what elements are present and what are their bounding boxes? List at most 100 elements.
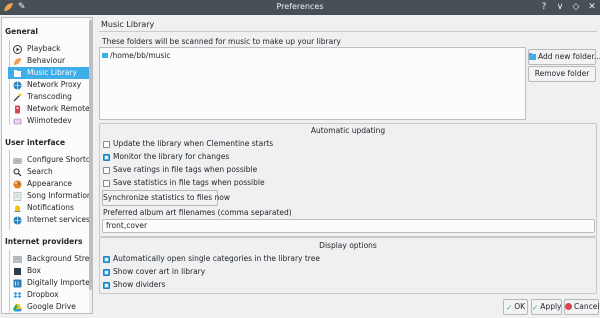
add-folder-button[interactable]: Add new folder...: [528, 49, 600, 65]
folder-path: /home/bb/music: [110, 51, 171, 60]
wand-icon: [13, 93, 22, 102]
sidebar-item-label: Dropbox: [27, 290, 59, 299]
sync-statistics-label: Synchronize statistics to files now: [103, 193, 231, 202]
sidebar-item-label: Music Library: [27, 68, 77, 77]
sidebar-item-network-remote[interactable]: Network Remote: [8, 103, 92, 115]
cancel-icon: [565, 303, 572, 310]
display-options-group: Display options: [99, 237, 597, 294]
sidebar: General Playback Behaviour Music Library…: [1, 17, 93, 314]
sidebar-item-label: Network Proxy: [27, 80, 82, 89]
scrollbar-thumb[interactable]: [89, 20, 92, 290]
checkbox-box: [103, 282, 110, 289]
bell-icon: [14, 205, 21, 212]
palette-icon: [13, 180, 22, 189]
sidebar-item-behaviour[interactable]: Behaviour: [8, 55, 92, 67]
art-filenames-input[interactable]: front,cover: [102, 219, 595, 233]
close-icon[interactable]: ✕: [586, 1, 598, 13]
sidebar-item-transcoding[interactable]: Transcoding: [8, 91, 92, 103]
sidebar-heading-general: General: [5, 27, 38, 36]
sidebar-item-digitally-imported[interactable]: Digitally Imported: [8, 277, 92, 289]
checkbox-box: [103, 256, 110, 263]
cancel-button[interactable]: Cancel: [564, 299, 599, 315]
sidebar-item-wiimotedev[interactable]: Wiimotedev: [8, 115, 92, 127]
di-icon: [13, 279, 22, 288]
remove-folder-button[interactable]: Remove folder: [528, 66, 596, 82]
checkbox-box: [103, 141, 110, 148]
cancel-label: Cancel: [574, 302, 600, 311]
folder-icon: [102, 53, 108, 58]
group-title: Display options: [319, 241, 377, 250]
sidebar-item-label: Internet services: [27, 215, 90, 224]
sidebar-item-music-library[interactable]: Music Library: [8, 67, 92, 79]
sidebar-item-label: Song Information: [27, 191, 92, 200]
sync-statistics-button[interactable]: Synchronize statistics to files now: [102, 190, 230, 206]
apply-label: Apply: [540, 302, 562, 311]
sidebar-item-playback[interactable]: Playback: [8, 43, 92, 55]
group-title: Automatic updating: [310, 126, 386, 135]
checkbox-label: Update the library when Clementine start…: [113, 139, 274, 148]
ok-button[interactable]: ✓ OK: [503, 299, 528, 315]
sidebar-item-label: Google Drive: [27, 302, 76, 311]
sidebar-item-configure-shortcuts[interactable]: Configure Shortc...: [8, 154, 92, 166]
remove-folder-label: Remove folder: [534, 69, 590, 78]
sidebar-item-dropbox[interactable]: Dropbox: [8, 289, 92, 301]
sidebar-item-label: Box: [27, 266, 41, 275]
window-title: Preferences: [276, 2, 324, 11]
remote-icon: [15, 105, 20, 114]
sidebar-item-label: Notifications: [27, 203, 74, 212]
sidebar-item-label: Behaviour: [27, 56, 66, 65]
checkbox-label: Show dividers: [113, 280, 166, 289]
folder-add-icon: [529, 53, 536, 60]
globe-icon: [13, 81, 22, 90]
apply-button[interactable]: ✓ Apply: [531, 299, 562, 315]
ok-label: OK: [514, 302, 526, 311]
keyboard-icon: [13, 158, 22, 164]
sidebar-heading-user-interface: User interface: [5, 138, 66, 147]
maximize-icon[interactable]: ◇: [570, 1, 582, 13]
library-icon: [14, 70, 21, 77]
sidebar-item-label: Network Remote: [27, 104, 90, 113]
divider: [99, 31, 597, 32]
sidebar-item-label: Configure Shortc...: [27, 155, 92, 164]
drive-icon: [13, 304, 22, 312]
sidebar-item-song-information[interactable]: Song Information: [8, 190, 92, 202]
help-icon[interactable]: ?: [538, 1, 550, 13]
sidebar-item-search[interactable]: Search: [8, 166, 92, 178]
art-filenames-label: Preferred album art filenames (comma sep…: [103, 208, 292, 217]
sidebar-heading-internet-providers: Internet providers: [5, 237, 83, 246]
sidebar-item-network-proxy[interactable]: Network Proxy: [8, 79, 92, 91]
checkbox-box: [103, 269, 110, 276]
check-icon: ✓: [505, 303, 513, 312]
sidebar-item-label: Transcoding: [27, 92, 72, 101]
sidebar-item-appearance[interactable]: Appearance: [8, 178, 92, 190]
minimize-icon[interactable]: ∨: [554, 1, 566, 13]
play-icon: [13, 45, 22, 54]
sidebar-item-background-streams[interactable]: Background Stre...: [8, 253, 92, 265]
sidebar-item-notifications[interactable]: Notifications: [8, 202, 92, 214]
sidebar-item-label: Wiimotedev: [27, 116, 72, 125]
stream-icon: [13, 256, 22, 263]
sidebar-scrollbar[interactable]: [89, 18, 92, 313]
info-icon: [13, 192, 22, 201]
library-description: These folders will be scanned for music …: [102, 37, 341, 46]
checkbox-label: Monitor the library for changes: [113, 152, 230, 161]
sidebar-item-google-drive[interactable]: Google Drive: [8, 301, 92, 313]
checkbox-label: Show cover art in library: [113, 267, 206, 276]
add-folder-label: Add new folder...: [538, 52, 600, 61]
check-icon: ✓: [532, 303, 539, 312]
clementine-icon: [14, 58, 21, 65]
sidebar-item-label: Search: [27, 167, 53, 176]
box-icon: [14, 268, 21, 275]
sidebar-item-label: Playback: [27, 44, 61, 53]
checkbox-label: Save ratings in file tags when possible: [113, 165, 258, 174]
dropbox-icon: [13, 292, 22, 298]
checkbox-label: Save statistics in file tags when possib…: [113, 178, 265, 187]
globe-icon: [13, 216, 22, 225]
wiimote-icon: [13, 118, 22, 125]
checkbox-label: Automatically open single categories in …: [113, 254, 320, 263]
sidebar-item-label: Digitally Imported: [27, 278, 92, 287]
sidebar-item-internet-services[interactable]: Internet services: [8, 214, 92, 226]
sidebar-item-box[interactable]: Box: [8, 265, 92, 277]
checkbox-box: [103, 167, 110, 174]
folder-list[interactable]: /home/bb/music: [99, 47, 526, 120]
